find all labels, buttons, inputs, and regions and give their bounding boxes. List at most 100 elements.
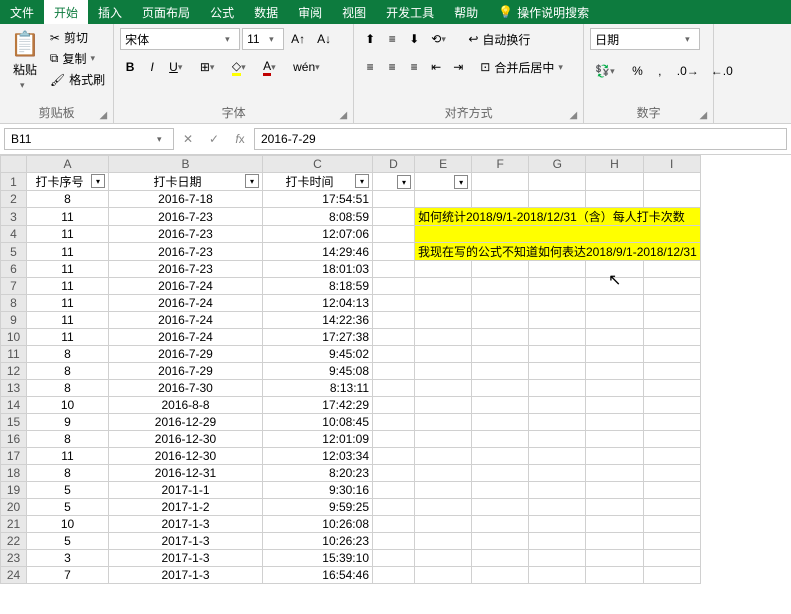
row-header[interactable]: 10: [1, 329, 27, 346]
cell[interactable]: 2017-1-3: [109, 533, 263, 550]
orientation-button[interactable]: ⟲▾: [426, 28, 456, 50]
cell[interactable]: 2016-7-29: [109, 346, 263, 363]
cell[interactable]: [373, 363, 415, 380]
cell[interactable]: [472, 533, 529, 550]
cell[interactable]: [472, 465, 529, 482]
cell[interactable]: 2016-7-24: [109, 329, 263, 346]
cell[interactable]: [643, 397, 700, 414]
cell[interactable]: [472, 261, 529, 278]
cell[interactable]: [373, 499, 415, 516]
cell[interactable]: [373, 191, 415, 208]
column-header[interactable]: I: [643, 156, 700, 173]
cell[interactable]: [586, 431, 643, 448]
cell[interactable]: [643, 191, 700, 208]
cell[interactable]: [472, 312, 529, 329]
cell[interactable]: 9: [27, 414, 109, 431]
tab-view[interactable]: 视图: [332, 0, 376, 24]
row-header[interactable]: 1: [1, 173, 27, 191]
cell[interactable]: 11: [27, 226, 109, 243]
column-header[interactable]: H: [586, 156, 643, 173]
wrap-text-button[interactable]: ↩自动换行: [466, 30, 532, 49]
cell[interactable]: [415, 312, 472, 329]
select-all-corner[interactable]: [1, 156, 27, 173]
tab-formulas[interactable]: 公式: [200, 0, 244, 24]
column-header[interactable]: A: [27, 156, 109, 173]
column-header[interactable]: F: [472, 156, 529, 173]
spreadsheet-grid[interactable]: ABCDEFGHI 1打卡序号▾打卡日期▾打卡时间▾▾▾282016-7-181…: [0, 155, 701, 584]
align-bottom-button[interactable]: ⬇: [404, 28, 424, 50]
font-name-select[interactable]: 宋体▾: [120, 28, 240, 50]
row-header[interactable]: 15: [1, 414, 27, 431]
tab-home[interactable]: 开始: [44, 0, 88, 24]
font-size-select[interactable]: 11▾: [242, 28, 284, 50]
cell[interactable]: [586, 567, 643, 584]
cell[interactable]: [415, 261, 472, 278]
cell[interactable]: 8: [27, 465, 109, 482]
row-header[interactable]: 11: [1, 346, 27, 363]
cell[interactable]: [373, 448, 415, 465]
cell[interactable]: [643, 312, 700, 329]
column-header[interactable]: D: [373, 156, 415, 173]
cell[interactable]: [415, 363, 472, 380]
cell[interactable]: [643, 482, 700, 499]
cell[interactable]: 8:08:59: [263, 208, 373, 226]
row-header[interactable]: 12: [1, 363, 27, 380]
cell[interactable]: [643, 380, 700, 397]
cut-button[interactable]: ✂剪切: [48, 28, 107, 47]
cell[interactable]: 8: [27, 431, 109, 448]
cell[interactable]: [373, 431, 415, 448]
cell[interactable]: [586, 397, 643, 414]
row-header[interactable]: 9: [1, 312, 27, 329]
cell[interactable]: [472, 431, 529, 448]
cell[interactable]: [415, 567, 472, 584]
number-format-select[interactable]: 日期▾: [590, 28, 700, 50]
cell[interactable]: [643, 346, 700, 363]
cell[interactable]: [643, 173, 700, 191]
column-header[interactable]: B: [109, 156, 263, 173]
cell[interactable]: [586, 414, 643, 431]
cell[interactable]: 11: [27, 312, 109, 329]
cell[interactable]: 15:39:10: [263, 550, 373, 567]
cell[interactable]: [415, 414, 472, 431]
cell[interactable]: [586, 465, 643, 482]
cell[interactable]: [643, 465, 700, 482]
cell[interactable]: [529, 346, 586, 363]
comma-format-button[interactable]: ,: [650, 60, 670, 82]
column-header[interactable]: C: [263, 156, 373, 173]
cell[interactable]: 2016-7-24: [109, 295, 263, 312]
align-right-button[interactable]: ≡: [404, 56, 424, 78]
cell[interactable]: [586, 261, 643, 278]
cell[interactable]: ▾: [373, 173, 415, 191]
bold-button[interactable]: B: [120, 56, 140, 78]
align-left-button[interactable]: ≡: [360, 56, 380, 78]
cell[interactable]: [472, 499, 529, 516]
cell[interactable]: 12:04:13: [263, 295, 373, 312]
cancel-formula-button[interactable]: ✕: [176, 129, 200, 149]
cell[interactable]: [643, 261, 700, 278]
cell[interactable]: [529, 363, 586, 380]
cell[interactable]: 5: [27, 533, 109, 550]
cell[interactable]: [415, 550, 472, 567]
cell[interactable]: [529, 312, 586, 329]
cell[interactable]: [373, 414, 415, 431]
cell[interactable]: [373, 261, 415, 278]
cell[interactable]: [415, 295, 472, 312]
cell[interactable]: [529, 295, 586, 312]
cell[interactable]: [586, 482, 643, 499]
cell[interactable]: 8:20:23: [263, 465, 373, 482]
cell[interactable]: [586, 346, 643, 363]
cell[interactable]: 我现在写的公式不知道如何表达2018/9/1-2018/12/31: [415, 243, 701, 261]
cell[interactable]: [529, 431, 586, 448]
cell[interactable]: [472, 346, 529, 363]
tab-file[interactable]: 文件: [0, 0, 44, 24]
cell[interactable]: [472, 363, 529, 380]
cell[interactable]: [586, 533, 643, 550]
row-header[interactable]: 7: [1, 278, 27, 295]
decrease-indent-button[interactable]: ⇤: [426, 56, 446, 78]
cell[interactable]: [472, 380, 529, 397]
cell[interactable]: [529, 465, 586, 482]
cell[interactable]: 10:08:45: [263, 414, 373, 431]
cell[interactable]: [373, 278, 415, 295]
cell[interactable]: [529, 173, 586, 191]
cell[interactable]: [415, 397, 472, 414]
